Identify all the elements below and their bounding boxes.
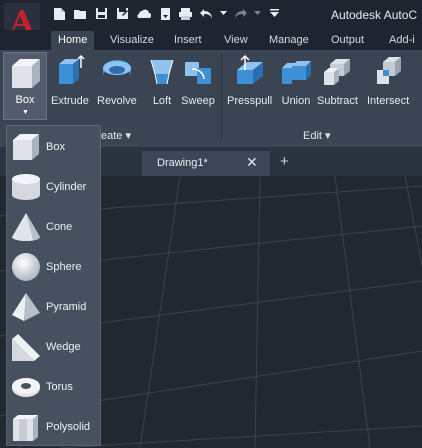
title-bar: A Autodesk AutoC <box>0 0 422 43</box>
loft-icon <box>145 54 179 88</box>
presspull-label: Presspull <box>227 95 273 107</box>
box-button-label: Box <box>15 94 35 106</box>
window-title: Autodesk AutoC <box>331 8 418 22</box>
sweep-label: Sweep <box>181 95 215 107</box>
menu-item-label: Cone <box>46 221 73 233</box>
menu-item-sphere[interactable]: Sphere <box>7 247 100 287</box>
box-icon <box>9 57 43 94</box>
union-label: Union <box>281 95 311 107</box>
create-panel-title[interactable]: eate ▾ <box>101 129 131 142</box>
print-icon[interactable] <box>178 6 193 21</box>
intersect-button[interactable]: Intersect <box>367 54 409 116</box>
subtract-icon <box>320 54 354 88</box>
document-tab-label: Drawing1* <box>157 157 208 169</box>
subtract-label: Subtract <box>317 95 358 107</box>
menu-item-polysolid[interactable]: Polysolid <box>7 407 100 447</box>
menu-item-label: Cylinder <box>46 181 87 193</box>
menu-item-label: Box <box>46 141 65 153</box>
extrude-button[interactable]: Extrude <box>51 54 89 116</box>
presspull-button[interactable]: Presspull <box>227 54 272 116</box>
intersect-label: Intersect <box>367 95 410 107</box>
pyramid-icon <box>10 291 42 323</box>
tab-insert[interactable]: Insert <box>167 31 209 50</box>
loft-button[interactable]: Loft <box>145 54 179 116</box>
menu-item-label: Torus <box>46 381 73 393</box>
presspull-icon <box>233 54 267 88</box>
sphere-icon <box>10 251 42 283</box>
menu-item-label: Pyramid <box>46 301 87 313</box>
box-icon <box>10 131 42 163</box>
intersect-icon <box>371 54 405 88</box>
edit-panel-title[interactable]: Edit ▾ <box>303 129 331 142</box>
loft-label: Loft <box>152 95 172 107</box>
new-tab-plus-icon[interactable]: + <box>280 153 289 170</box>
menu-item-wedge[interactable]: Wedge <box>7 327 100 367</box>
revolve-button[interactable]: Revolve <box>97 54 137 116</box>
subtract-button[interactable]: Subtract <box>317 54 358 116</box>
union-icon <box>279 54 313 88</box>
extrude-label: Extrude <box>51 95 89 107</box>
menu-item-label: Wedge <box>46 341 81 353</box>
menu-item-label: Polysolid <box>46 421 91 433</box>
redo-icon[interactable] <box>233 6 248 21</box>
open-icon[interactable] <box>73 6 88 21</box>
tab-add-ins[interactable]: Add-i <box>382 31 422 50</box>
sweep-button[interactable]: Sweep <box>181 54 215 116</box>
revolve-icon <box>100 54 134 88</box>
tab-view[interactable]: View <box>217 31 255 50</box>
cylinder-icon <box>10 171 42 203</box>
sweep-icon <box>181 54 215 88</box>
torus-icon <box>10 371 42 403</box>
undo-dropdown-icon[interactable] <box>220 6 227 21</box>
menu-item-label: Sphere <box>46 261 82 273</box>
save-icon[interactable] <box>94 6 109 21</box>
wedge-icon <box>10 331 42 363</box>
undo-icon[interactable] <box>199 6 214 21</box>
cone-icon <box>10 211 42 243</box>
menu-item-torus[interactable]: Torus <box>7 367 100 407</box>
close-icon[interactable]: ✕ <box>246 154 258 171</box>
menu-item-pyramid[interactable]: Pyramid <box>7 287 100 327</box>
ribbon-tab-bar: Home Visualize Insert View Manage Output… <box>0 30 422 50</box>
extrude-icon <box>53 54 87 88</box>
menu-item-cone[interactable]: Cone <box>7 207 100 247</box>
customize-icon[interactable] <box>267 6 282 21</box>
quick-access-toolbar <box>52 6 282 21</box>
union-button[interactable]: Union <box>279 54 313 116</box>
panel-separator <box>221 54 222 140</box>
save-as-icon[interactable] <box>115 6 130 21</box>
menu-item-box[interactable]: Box <box>7 127 100 167</box>
cloud-open-icon[interactable] <box>136 6 151 21</box>
chevron-down-icon: ▼ <box>22 109 29 116</box>
box-split-button[interactable]: Box ▼ <box>3 52 47 120</box>
tab-output[interactable]: Output <box>324 31 371 50</box>
box-dropdown-menu: Box Cylinder Cone Sphere Pyramid Wedge T… <box>6 125 101 446</box>
tab-visualize[interactable]: Visualize <box>103 31 161 50</box>
menu-item-cylinder[interactable]: Cylinder <box>7 167 100 207</box>
cloud-save-icon[interactable] <box>157 6 172 21</box>
new-icon[interactable] <box>52 6 67 21</box>
revolve-label: Revolve <box>97 95 137 107</box>
tab-manage[interactable]: Manage <box>262 31 316 50</box>
tab-home[interactable]: Home <box>51 31 95 50</box>
redo-dropdown-icon[interactable] <box>254 6 261 21</box>
polysolid-icon <box>10 411 42 443</box>
document-tab[interactable]: Drawing1* ✕ <box>142 151 270 176</box>
